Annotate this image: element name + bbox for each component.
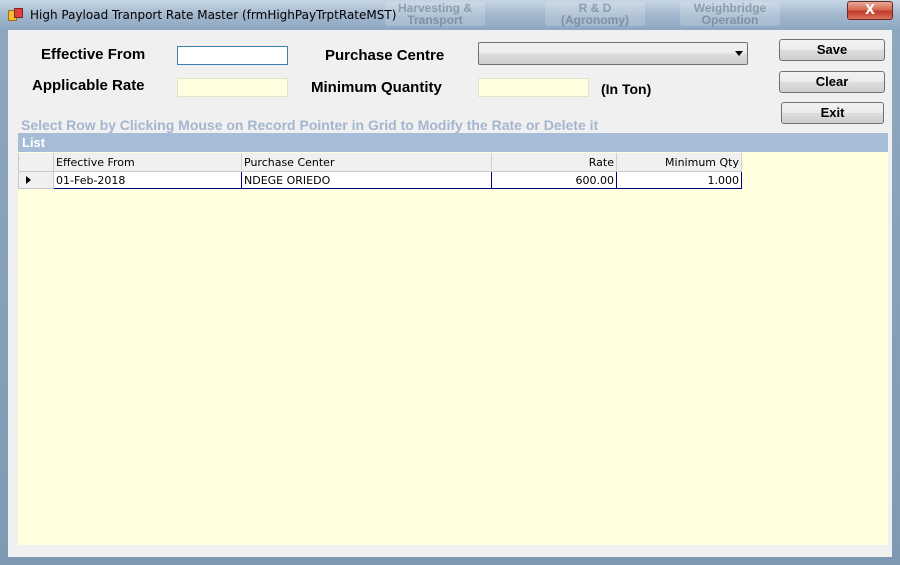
- background-tab-rnd: R & D (Agronomy): [545, 2, 645, 26]
- clear-button[interactable]: Clear: [779, 71, 885, 93]
- chevron-down-icon[interactable]: [735, 51, 743, 56]
- applicable-rate-label: Applicable Rate: [32, 77, 145, 94]
- background-tab-weighbridge: Weighbridge Operation: [680, 2, 780, 26]
- effective-from-label: Effective From: [41, 46, 146, 63]
- exit-button[interactable]: Exit: [781, 102, 884, 124]
- records-grid[interactable]: Effective From Purchase Center Rate Mini…: [18, 152, 888, 545]
- table-row[interactable]: 01-Feb-2018 NDEGE ORIEDO 600.00 1.000: [18, 171, 742, 189]
- column-header-effective-from[interactable]: Effective From: [53, 153, 242, 172]
- cell-purchase-center[interactable]: NDEGE ORIEDO: [241, 171, 492, 189]
- applicable-rate-input[interactable]: [177, 78, 288, 97]
- minimum-quantity-label: Minimum Quantity: [311, 79, 442, 96]
- row-pointer-icon: [26, 175, 31, 184]
- background-tab-harvesting: Harvesting & Transport: [385, 2, 485, 26]
- row-header-corner: [18, 153, 54, 172]
- effective-from-input[interactable]: [177, 46, 288, 65]
- minimum-quantity-input[interactable]: [478, 78, 589, 97]
- app-icon: [8, 8, 23, 21]
- cell-effective-from[interactable]: 01-Feb-2018: [53, 171, 242, 189]
- purchase-centre-label: Purchase Centre: [325, 47, 445, 64]
- cell-minimum-qty[interactable]: 1.000: [616, 171, 742, 189]
- column-header-minimum-qty[interactable]: Minimum Qty: [616, 153, 742, 172]
- column-header-purchase-center[interactable]: Purchase Center: [241, 153, 492, 172]
- title-bar[interactable]: Harvesting & Transport R & D (Agronomy) …: [0, 0, 900, 30]
- form-client-area: Effective From Purchase Centre Applicabl…: [8, 30, 892, 557]
- list-title: List: [18, 133, 888, 152]
- grid-header-row: Effective From Purchase Center Rate Mini…: [18, 153, 742, 172]
- record-pointer[interactable]: [18, 171, 54, 189]
- window-title: High Payload Tranport Rate Master (frmHi…: [30, 8, 397, 22]
- instruction-hint: Select Row by Clicking Mouse on Record P…: [21, 117, 599, 133]
- app-window: Harvesting & Transport R & D (Agronomy) …: [0, 0, 900, 565]
- close-button[interactable]: X: [847, 1, 893, 20]
- purchase-centre-select[interactable]: [478, 42, 748, 65]
- cell-rate[interactable]: 600.00: [491, 171, 617, 189]
- column-header-rate[interactable]: Rate: [491, 153, 617, 172]
- records-table: Effective From Purchase Center Rate Mini…: [18, 153, 742, 189]
- unit-label: (In Ton): [601, 81, 652, 97]
- save-button[interactable]: Save: [779, 39, 885, 61]
